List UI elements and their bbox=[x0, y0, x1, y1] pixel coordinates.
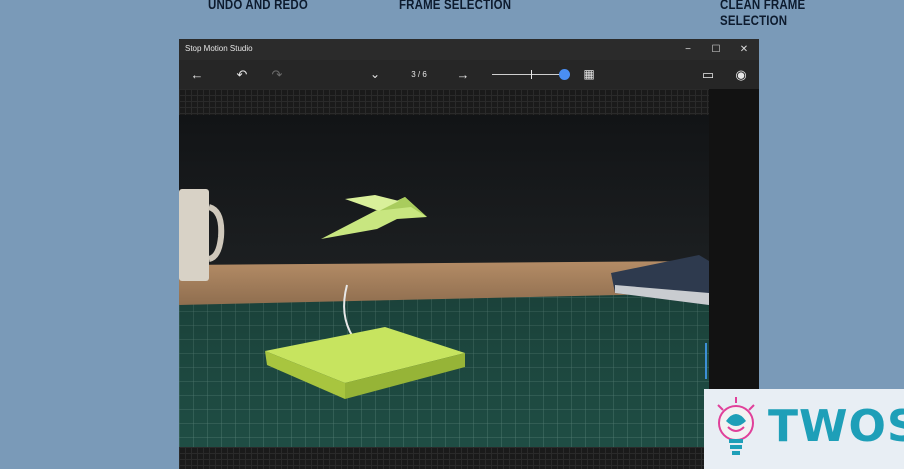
lightbulb-icon bbox=[717, 397, 755, 455]
twos-logo: TWOS bbox=[704, 389, 904, 469]
title-bar: Stop Motion Studio − ☐ ✕ bbox=[179, 39, 759, 60]
minimize-button[interactable]: − bbox=[675, 41, 701, 58]
redo-icon[interactable]: ↷ bbox=[267, 60, 287, 89]
mug bbox=[179, 189, 209, 281]
zoom-slider-track[interactable] bbox=[492, 74, 568, 75]
undo-redo-callout: UNDO AND REDO bbox=[208, 0, 308, 12]
maximize-button[interactable]: ☐ bbox=[703, 41, 729, 58]
background-wall bbox=[179, 115, 709, 267]
forward-arrow-icon[interactable]: → bbox=[453, 60, 473, 89]
grid-icon[interactable]: ▦ bbox=[579, 60, 599, 89]
clean-frame-callout-line1: CLEAN FRAME bbox=[720, 0, 806, 12]
zoom-slider-tick bbox=[531, 70, 532, 79]
bottom-grid-strip bbox=[179, 447, 709, 469]
close-button[interactable]: ✕ bbox=[731, 41, 757, 58]
play-record-icon[interactable]: ◉ bbox=[731, 60, 751, 89]
back-arrow-icon[interactable]: ← bbox=[187, 60, 207, 89]
frame-photo-svg bbox=[179, 115, 709, 447]
zoom-slider-thumb[interactable] bbox=[558, 69, 570, 80]
scroll-indicator[interactable] bbox=[705, 343, 707, 379]
chevron-down-icon[interactable]: ⌄ bbox=[365, 60, 385, 89]
toolbar: ← ↶ ↷ ⌄ 3 / 6 → ▦ ▭ ◉ bbox=[179, 60, 759, 89]
frame-counter: 3 / 6 bbox=[411, 70, 427, 79]
undo-icon[interactable]: ↶ bbox=[232, 60, 252, 89]
frame-selection-callout: FRAME SELECTION bbox=[399, 0, 512, 12]
app-window: Stop Motion Studio − ☐ ✕ ← ↶ ↷ ⌄ 3 / 6 →… bbox=[179, 39, 759, 469]
clean-frame-callout-line2: SELECTION bbox=[720, 12, 788, 28]
clean-frame-callout: CLEAN FRAME SELECTION bbox=[720, 0, 818, 28]
aspect-ratio-icon[interactable]: ▭ bbox=[698, 60, 718, 89]
logo-text: TWOS bbox=[768, 401, 904, 452]
window-title: Stop Motion Studio bbox=[185, 44, 253, 53]
top-grid-strip bbox=[179, 89, 709, 115]
current-frame-image[interactable] bbox=[179, 115, 709, 447]
frame-stage bbox=[179, 89, 759, 469]
